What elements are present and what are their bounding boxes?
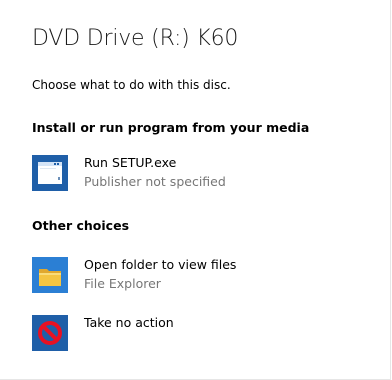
option-take-no-action[interactable]: Take no action (32, 315, 362, 359)
option-run-setup[interactable]: Run SETUP.exe Publisher not specified (32, 155, 362, 199)
folder-icon (32, 257, 68, 293)
page-title: DVD Drive (R:) K60 (32, 26, 239, 51)
no-action-icon (32, 315, 68, 351)
option-label: Run SETUP.exe (84, 155, 177, 170)
option-label: Take no action (84, 315, 174, 330)
autoplay-dialog: DVD Drive (R:) K60 Choose what to do wit… (0, 0, 391, 380)
setup-window-icon (32, 155, 68, 191)
option-open-folder[interactable]: Open folder to view files File Explorer (32, 257, 362, 301)
prompt-text: Choose what to do with this disc. (32, 78, 231, 92)
option-sublabel: File Explorer (84, 276, 161, 291)
option-label: Open folder to view files (84, 257, 237, 272)
section-heading-install: Install or run program from your media (32, 120, 310, 135)
section-heading-other: Other choices (32, 218, 130, 233)
option-sublabel: Publisher not specified (84, 174, 226, 189)
